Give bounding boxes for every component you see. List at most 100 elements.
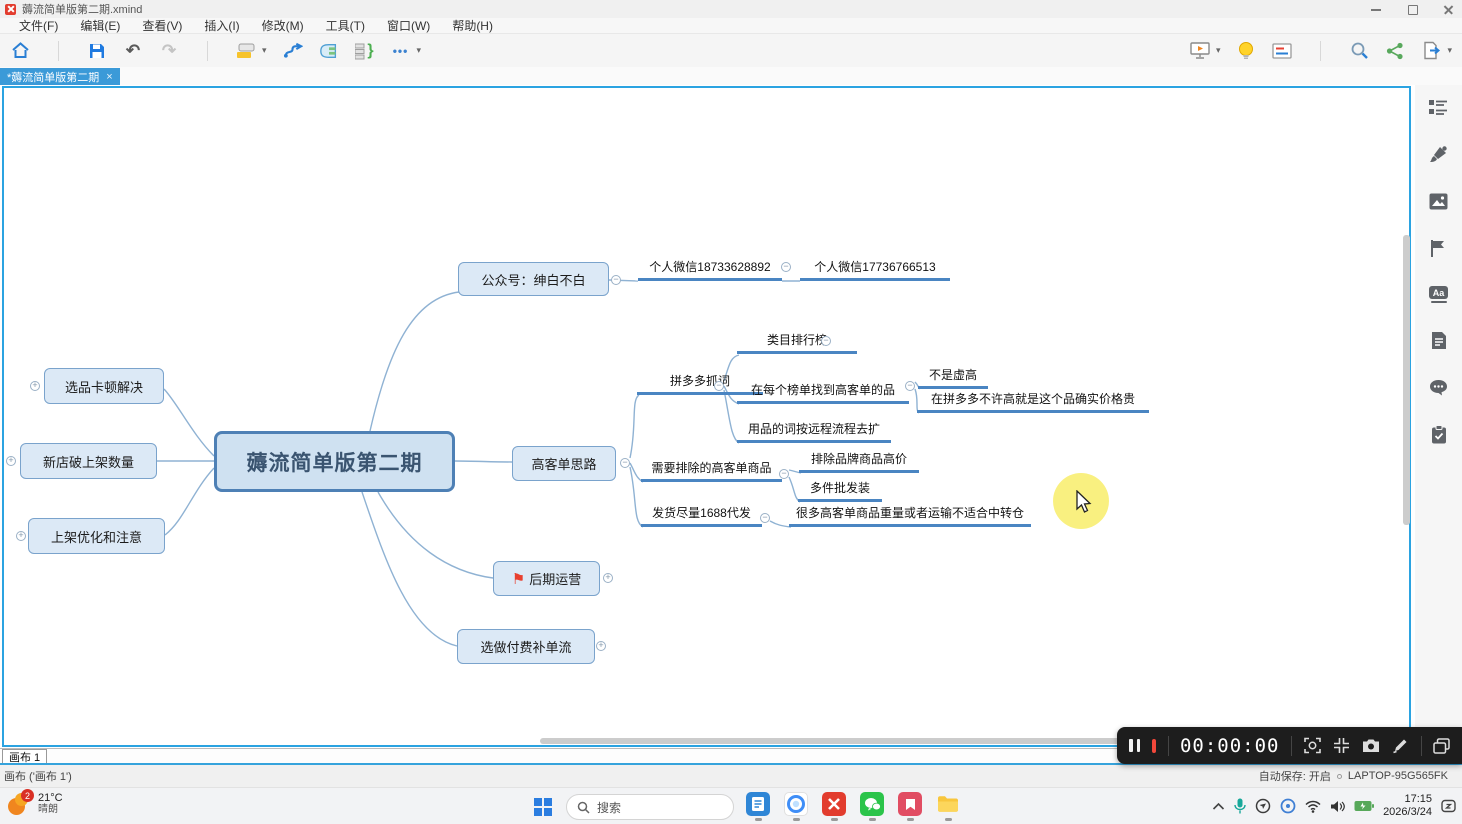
dingtalk-icon[interactable] (1255, 798, 1271, 814)
focus-assist-icon[interactable] (1441, 799, 1456, 814)
save-button[interactable] (87, 41, 107, 61)
topic-duojian[interactable]: 多件批发装 (798, 481, 882, 502)
boundary-button[interactable] (319, 41, 339, 61)
menu-edit[interactable]: 编辑(E) (69, 17, 131, 34)
wifi-icon[interactable] (1305, 800, 1321, 813)
collapse-toggle[interactable]: − (779, 469, 789, 479)
taskbar-app-video[interactable] (896, 792, 924, 822)
topic-xindian[interactable]: 新店破上架数量 (20, 443, 157, 479)
mindmap-canvas[interactable]: 薅流简单版第二期 选品卡顿解决 新店破上架数量 上架优化和注意 公众号：绅白不白… (0, 85, 1415, 748)
sheet-tab-canvas1[interactable]: 画布 1 (2, 749, 47, 764)
summary-button[interactable]: } (355, 41, 375, 61)
topic-houqi[interactable]: ⚑ 后期运营 (493, 561, 600, 596)
topic-leimu[interactable]: 类目排行榜 (737, 333, 857, 354)
clock-widget[interactable]: 17:15 2026/3/24 (1383, 793, 1432, 819)
taskbar-app-xmind[interactable] (820, 792, 848, 822)
horizontal-scrollbar[interactable] (540, 738, 1120, 744)
start-button[interactable] (530, 794, 556, 820)
menu-tools[interactable]: 工具(T) (315, 17, 376, 34)
taskbar-app-explorer[interactable] (934, 792, 962, 822)
label-panel-button[interactable]: Aa (1429, 286, 1448, 303)
topic-shangjia[interactable]: 上架优化和注意 (28, 518, 165, 554)
menu-modify[interactable]: 修改(M) (251, 17, 315, 34)
volume-icon[interactable] (1330, 800, 1345, 813)
home-button[interactable] (10, 41, 30, 61)
maximize-button[interactable] (1406, 3, 1418, 15)
topic-shape-caret-icon[interactable]: ▾ (262, 45, 267, 56)
topic-yongpin[interactable]: 用品的词按远程流程去扩 (737, 422, 891, 443)
close-button[interactable] (1442, 3, 1454, 15)
topic-bangdan[interactable]: 在每个榜单找到高客单的品 (737, 383, 909, 404)
document-tab[interactable]: *薅流简单版第二期 × (0, 68, 120, 85)
undo-button[interactable]: ↶ (123, 41, 143, 61)
expand-toggle[interactable]: + (6, 456, 16, 466)
menu-help[interactable]: 帮助(H) (441, 17, 504, 34)
collapse-toggle[interactable]: − (611, 275, 621, 285)
app-tray-icon[interactable] (1280, 798, 1296, 814)
menu-window[interactable]: 窗口(W) (376, 17, 441, 34)
export-button[interactable] (1421, 41, 1441, 61)
image-panel-button[interactable] (1429, 192, 1448, 211)
topic-xuanpin[interactable]: 选品卡顿解决 (44, 368, 164, 404)
share-button[interactable] (1385, 41, 1405, 61)
weather-widget[interactable]: 2 21°C 晴朗 (8, 792, 63, 816)
topic-fahuo[interactable]: 发货尽量1688代发 (641, 506, 762, 527)
slide-panel-button[interactable] (1272, 41, 1292, 61)
expand-toggle[interactable]: + (603, 573, 613, 583)
tasks-panel-button[interactable] (1429, 425, 1448, 444)
topic-gaokedan[interactable]: 高客单思路 (512, 446, 616, 481)
battery-icon[interactable] (1354, 800, 1374, 812)
expand-toggle[interactable]: + (596, 641, 606, 651)
vertical-scrollbar[interactable] (1403, 235, 1410, 525)
collapse-toggle[interactable]: − (821, 336, 831, 346)
outline-panel-button[interactable] (1429, 98, 1448, 117)
taskbar-app-wechat[interactable] (858, 792, 886, 822)
menu-file[interactable]: 文件(F) (8, 17, 69, 34)
minimize-button[interactable] (1370, 3, 1382, 15)
recorder-windows-button[interactable] (1433, 737, 1450, 755)
taskbar-search[interactable]: 搜索 (566, 794, 734, 820)
topic-fufei[interactable]: 选做付费补单流 (457, 629, 595, 664)
topic-weixin2[interactable]: 个人微信17736766513 (800, 260, 950, 281)
topic-pinpai[interactable]: 排除品牌商品高价 (799, 452, 919, 473)
minimize-recorder-button[interactable] (1333, 737, 1350, 755)
pause-recording-button[interactable] (1129, 739, 1140, 752)
topic-central[interactable]: 薅流简单版第二期 (214, 431, 455, 492)
stop-recording-button[interactable] (1152, 739, 1156, 753)
notes-panel-button[interactable] (1429, 331, 1448, 350)
comments-panel-button[interactable] (1429, 378, 1448, 397)
annotate-button[interactable] (1392, 737, 1409, 755)
redo-button[interactable]: ↷ (159, 41, 179, 61)
collapse-toggle[interactable]: − (760, 513, 770, 523)
expand-toggle[interactable]: + (16, 531, 26, 541)
idea-button[interactable] (1236, 41, 1256, 61)
topic-queshi[interactable]: 在拼多多不许高就是这个品确实价格贵 (917, 392, 1149, 413)
more-tools-caret-icon[interactable]: ▾ (417, 45, 422, 56)
presentation-button[interactable] (1190, 41, 1210, 61)
marker-panel-button[interactable] (1429, 239, 1448, 258)
taskbar-app-browser[interactable] (782, 792, 810, 822)
screenshot-button[interactable] (1362, 737, 1380, 755)
select-region-button[interactable] (1304, 737, 1321, 755)
menu-insert[interactable]: 插入(I) (193, 17, 250, 34)
style-panel-button[interactable] (1429, 145, 1448, 164)
expand-toggle[interactable]: + (30, 381, 40, 391)
tray-expand-icon[interactable] (1212, 802, 1225, 811)
topic-weixin1[interactable]: 个人微信18733628892 (638, 260, 782, 281)
collapse-toggle[interactable]: − (781, 262, 791, 272)
collapse-toggle[interactable]: − (620, 458, 630, 468)
tab-close-icon[interactable]: × (106, 71, 112, 83)
topic-paichu[interactable]: 需要排除的高客单商品 (641, 461, 782, 482)
taskbar-app-notepad[interactable] (744, 792, 772, 822)
relationship-button[interactable] (283, 41, 303, 61)
topic-shape-button[interactable] (236, 41, 256, 61)
topic-zhongzhuan[interactable]: 很多高客单商品重量或者运输不适合中转仓 (789, 506, 1031, 527)
collapse-toggle[interactable]: − (714, 381, 724, 391)
more-tools-button[interactable]: ••• (391, 41, 411, 61)
search-button[interactable] (1349, 41, 1369, 61)
topic-gongzhonghao[interactable]: 公众号：绅白不白 (458, 262, 609, 296)
presentation-caret-icon[interactable]: ▾ (1216, 45, 1221, 56)
collapse-toggle[interactable]: − (905, 381, 915, 391)
topic-buxugao[interactable]: 不是虚高 (918, 368, 988, 389)
export-caret-icon[interactable]: ▾ (1447, 45, 1452, 56)
